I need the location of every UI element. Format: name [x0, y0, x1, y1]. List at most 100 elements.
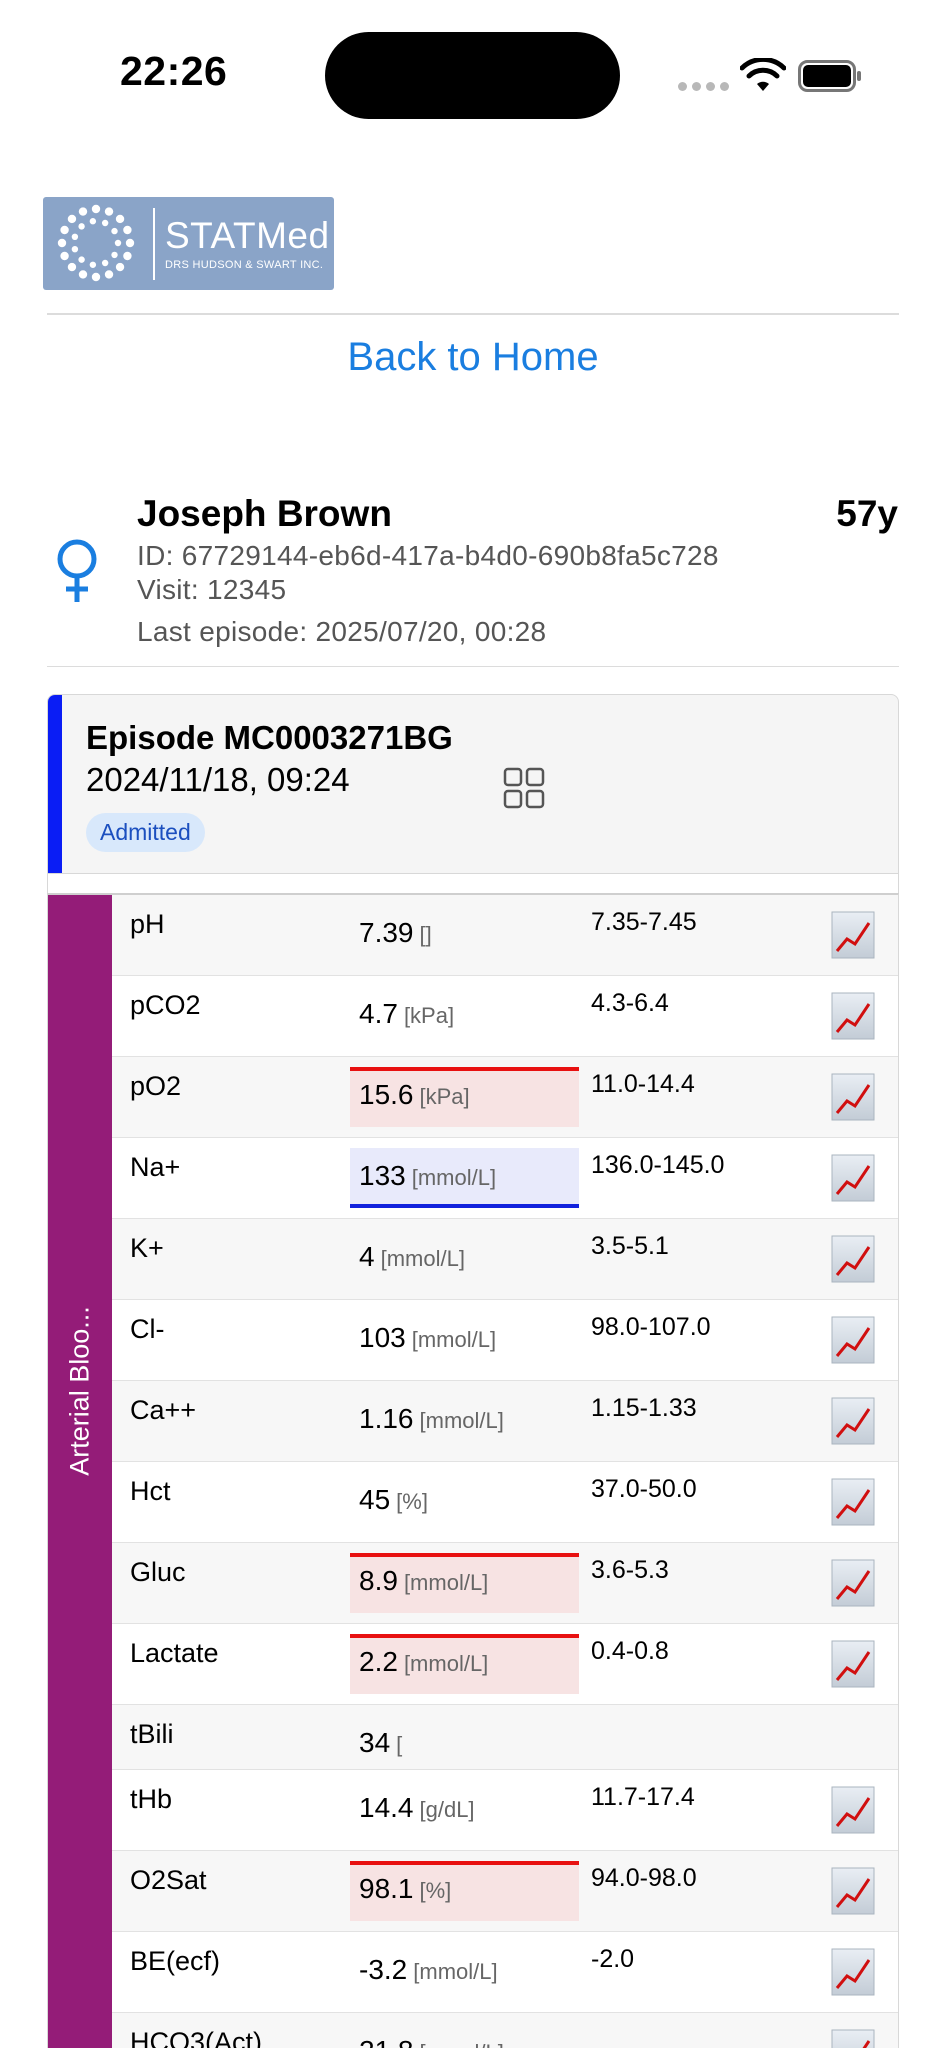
result-unit: [mmol/L]: [411, 1327, 497, 1352]
result-unit: [mmol/L]: [419, 1408, 504, 1433]
trend-chart-icon[interactable]: [831, 1478, 875, 1526]
table-row: tBili 34[: [112, 1705, 898, 1770]
status-bar: 22:26: [0, 0, 946, 150]
result-unit: [mmol/L]: [413, 1959, 498, 1984]
wifi-icon: [740, 58, 786, 91]
table-row: Gluc 8.9 [mmol/L] 3.6-5.3: [112, 1543, 898, 1624]
trend-chart-icon[interactable]: [831, 911, 875, 959]
result-value-cell: 21.8 [mmol/L]: [350, 2023, 579, 2048]
grid-view-icon[interactable]: [503, 767, 545, 809]
trend-chart-icon[interactable]: [831, 1640, 875, 1688]
result-value-cell: 1.16 [mmol/L]: [350, 1391, 579, 1451]
trend-chart-icon[interactable]: [831, 1073, 875, 1121]
result-unit: [mmol/L]: [403, 1570, 489, 1595]
panel-side-band: Arterial Bloo...: [48, 895, 112, 2048]
result-value-cell: 98.1 [%]: [350, 1861, 579, 1921]
episode-date: 2024/11/18, 09:24: [86, 761, 350, 798]
result-unit: [kPa]: [403, 1003, 455, 1028]
result-unit: [mmol/L]: [380, 1246, 465, 1271]
episode-title: Episode MC0003271BG: [86, 719, 453, 756]
status-badge: Admitted: [86, 813, 205, 852]
reference-range: 11.0-14.4: [591, 1070, 695, 1098]
patient-last-episode: Last episode: 2025/07/20, 00:28: [137, 616, 547, 647]
table-row: Lactate 2.2 [mmol/L] 0.4-0.8: [112, 1624, 898, 1705]
table-row: Cl- 103 [mmol/L] 98.0-107.0: [112, 1300, 898, 1381]
parameter-name: Gluc: [130, 1557, 186, 1587]
reference-range: 4.3-6.4: [591, 989, 669, 1017]
trend-chart-icon[interactable]: [831, 992, 875, 1040]
table-row: K+ 4 [mmol/L] 3.5-5.1: [112, 1219, 898, 1300]
reference-range: 7.35-7.45: [591, 908, 697, 936]
status-time: 22:26: [120, 48, 228, 94]
result-unit: [: [396, 1732, 403, 1757]
table-row: tHb 14.4 [g/dL] 11.7-17.4: [112, 1770, 898, 1851]
logo-subtitle: DRS HUDSON & SWART INC.: [165, 259, 324, 271]
result-unit: [kPa]: [419, 1084, 470, 1109]
female-symbol-icon: [57, 539, 97, 602]
trend-chart-icon[interactable]: [831, 1397, 875, 1445]
result-value: 98.1: [359, 1873, 414, 1904]
result-value: 103: [359, 1322, 406, 1353]
result-value-cell: 2.2 [mmol/L]: [350, 1634, 579, 1694]
results-table: Arterial Bloo... pH 7.39[] 7.35-7.45 pCO2 4.…: [47, 893, 899, 2048]
parameter-name: K+: [130, 1233, 164, 1263]
trend-chart-icon[interactable]: [831, 1786, 875, 1834]
result-value-cell: -3.2 [mmol/L]: [350, 1942, 579, 2002]
result-value-cell: 103 [mmol/L]: [350, 1310, 579, 1370]
table-row: HCO3(Act) 21.8 [mmol/L]: [112, 2013, 898, 2048]
result-value-cell: 133 [mmol/L]: [350, 1148, 579, 1208]
parameter-name: BE(ecf): [130, 1946, 221, 1976]
dynamic-island: [325, 32, 620, 119]
trend-chart-icon[interactable]: [831, 1559, 875, 1607]
result-value: 4: [359, 1241, 375, 1272]
patient-visit: Visit: 12345: [137, 574, 287, 605]
table-row: Na+ 133 [mmol/L] 136.0-145.0: [112, 1138, 898, 1219]
trend-chart-icon[interactable]: [831, 1867, 875, 1915]
result-value: 14.4: [359, 1792, 414, 1823]
result-value-cell: 4 [mmol/L]: [350, 1229, 579, 1289]
trend-chart-icon[interactable]: [831, 1154, 875, 1202]
panel-label: Arterial Bloo...: [64, 1306, 95, 1476]
result-unit: []: [419, 922, 432, 947]
result-value: 4.7: [359, 998, 398, 1029]
reference-range: -2.0: [591, 1945, 635, 1973]
reference-range: 37.0-50.0: [591, 1475, 697, 1503]
reference-range: 11.7-17.4: [591, 1783, 695, 1811]
cellular-signal-icon: [678, 82, 729, 91]
results-rows: pH 7.39[] 7.35-7.45 pCO2 4.7 [kPa] 4.3-6.4 pO2 1…: [112, 895, 898, 2048]
result-unit: [g/dL]: [419, 1797, 475, 1822]
trend-chart-icon[interactable]: [831, 1235, 875, 1283]
result-value: 45: [359, 1484, 391, 1515]
trend-chart-icon[interactable]: [831, 1948, 875, 1996]
reference-range: 3.6-5.3: [591, 1556, 669, 1584]
reference-range: 0.4-0.8: [591, 1637, 669, 1665]
trend-chart-icon[interactable]: [831, 1316, 875, 1364]
parameter-name: Hct: [130, 1476, 171, 1506]
result-value-cell: 7.39[]: [350, 905, 579, 965]
result-value: 34: [359, 1727, 391, 1758]
table-row: Hct 45 [%] 37.0-50.0: [112, 1462, 898, 1543]
result-value: 2.2: [359, 1646, 398, 1677]
result-unit: [%]: [419, 1878, 452, 1903]
table-row: BE(ecf) -3.2 [mmol/L] -2.0: [112, 1932, 898, 2013]
result-value: 8.9: [359, 1565, 398, 1596]
table-row: pH 7.39[] 7.35-7.45: [112, 895, 898, 976]
reference-range: 3.5-5.1: [591, 1232, 669, 1260]
result-unit: [mmol/L]: [403, 1651, 489, 1676]
result-unit: [mmol/L]: [420, 2040, 504, 2048]
divider: [47, 313, 899, 315]
reference-range: 94.0-98.0: [591, 1864, 697, 1892]
back-to-home-link[interactable]: Back to Home: [0, 335, 946, 380]
reference-range: 1.15-1.33: [591, 1394, 697, 1422]
logo-dots-icon: [57, 204, 135, 282]
result-value: -3.2: [359, 1954, 408, 1985]
statmed-logo: STATMed DRS HUDSON & SWART INC.: [43, 197, 334, 290]
table-row: O2Sat 98.1 [%] 94.0-98.0: [112, 1851, 898, 1932]
episode-card[interactable]: Episode MC0003271BG 2024/11/18, 09:24 Ad…: [47, 694, 899, 874]
episode-accent-bar: [48, 695, 62, 873]
parameter-name: pCO2: [130, 990, 201, 1020]
trend-chart-icon[interactable]: [831, 2029, 875, 2048]
parameter-name: Na+: [130, 1152, 181, 1182]
parameter-name: Cl-: [130, 1314, 165, 1344]
parameter-name: tBili: [130, 1719, 174, 1749]
